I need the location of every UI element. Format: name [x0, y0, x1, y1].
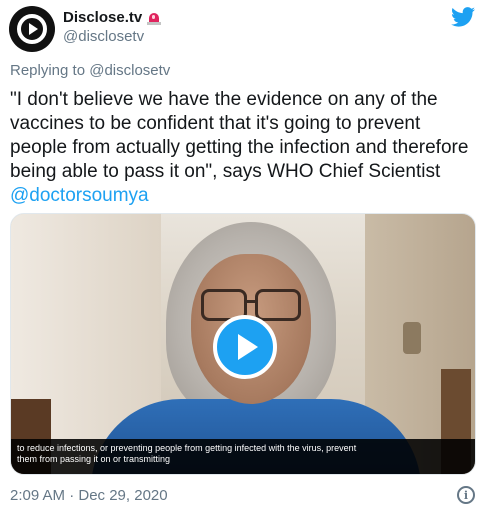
- caption-line: them from passing it on or transmitting: [17, 454, 171, 464]
- play-logo-icon: [17, 14, 47, 44]
- tweet-timestamp[interactable]: 2:09 AM · Dec 29, 2020: [10, 487, 168, 504]
- user-handle[interactable]: @disclosetv: [63, 28, 144, 45]
- tweet-body: "I don't believe we have the evidence on…: [10, 89, 474, 182]
- twitter-bird-icon[interactable]: [451, 7, 475, 27]
- tweet-card: Disclose.tv @disclosetv Replying to @dis…: [0, 0, 487, 510]
- avatar[interactable]: [9, 6, 55, 52]
- caption-line: to reduce infections, or preventing peop…: [17, 443, 357, 453]
- replying-prefix: Replying to: [10, 62, 90, 79]
- info-icon[interactable]: i: [457, 486, 475, 504]
- display-name[interactable]: Disclose.tv: [63, 9, 162, 26]
- play-icon: [238, 334, 258, 360]
- video-player[interactable]: to reduce infections, or preventing peop…: [10, 213, 476, 475]
- video-glasses-right: [255, 289, 301, 321]
- video-sconce: [403, 322, 421, 354]
- play-button[interactable]: [213, 315, 277, 379]
- video-caption: to reduce infections, or preventing peop…: [11, 439, 475, 474]
- replying-mention[interactable]: @disclosetv: [89, 62, 170, 79]
- display-name-label: Disclose.tv: [63, 9, 143, 26]
- police-siren-icon: [147, 11, 162, 25]
- tweet-mention[interactable]: @doctorsoumya: [10, 185, 149, 206]
- replying-to: Replying to @disclosetv: [10, 62, 170, 79]
- video-glasses-bridge: [245, 300, 257, 303]
- tweet-text: "I don't believe we have the evidence on…: [10, 88, 480, 208]
